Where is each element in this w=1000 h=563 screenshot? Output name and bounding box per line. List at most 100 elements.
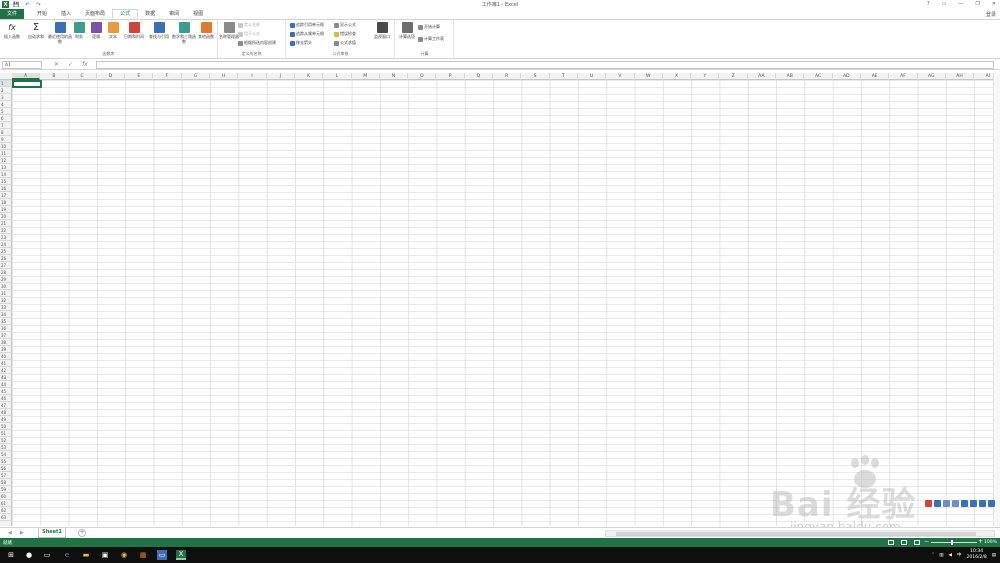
row-header[interactable]: 25 bbox=[0, 248, 12, 255]
column-header[interactable]: J bbox=[267, 73, 295, 80]
cancel-icon[interactable]: ✕ bbox=[54, 61, 59, 68]
row-header[interactable]: 4 bbox=[0, 101, 12, 108]
column-header[interactable]: N bbox=[380, 73, 409, 80]
trace-dependents-button[interactable]: 追踪从属单元格 bbox=[290, 31, 324, 37]
ime-icon[interactable]: 中 bbox=[957, 552, 962, 558]
row-header[interactable]: 53 bbox=[0, 444, 12, 451]
file-explorer-icon[interactable]: ▬ bbox=[81, 550, 91, 560]
excel-taskbar-icon[interactable]: X bbox=[176, 550, 186, 560]
row-header[interactable]: 2 bbox=[0, 87, 12, 94]
row-header[interactable]: 57 bbox=[0, 472, 12, 479]
close-icon[interactable]: ✕ bbox=[992, 1, 996, 7]
row-header[interactable]: 58 bbox=[0, 479, 12, 486]
row-header[interactable]: 9 bbox=[0, 136, 12, 143]
sheet-prev-icon[interactable]: ◀ bbox=[8, 530, 12, 536]
vertical-scrollbar[interactable] bbox=[993, 73, 1000, 526]
column-header[interactable]: I bbox=[238, 73, 267, 80]
row-header[interactable]: 16 bbox=[0, 185, 12, 192]
formula-input[interactable] bbox=[96, 61, 994, 69]
row-header[interactable]: 7 bbox=[0, 122, 12, 129]
show-formulas-button[interactable]: 显示公式 bbox=[334, 22, 356, 28]
row-header[interactable]: 32 bbox=[0, 297, 12, 304]
task-view-icon[interactable]: ▭ bbox=[42, 550, 52, 560]
text-button[interactable]: 文本 bbox=[104, 22, 122, 39]
trace-precedents-button[interactable]: 追踪引用单元格 bbox=[290, 22, 324, 28]
date-time-button[interactable]: 日期和时间 bbox=[121, 22, 147, 39]
column-header[interactable]: H bbox=[210, 73, 239, 80]
zoom-slider-thumb[interactable] bbox=[951, 540, 953, 545]
column-header[interactable]: V bbox=[606, 73, 635, 80]
row-header[interactable]: 42 bbox=[0, 367, 12, 374]
zoom-level[interactable]: 100% bbox=[984, 540, 997, 545]
column-header[interactable]: G bbox=[182, 73, 211, 80]
row-header[interactable]: 39 bbox=[0, 346, 12, 353]
page-break-view-icon[interactable] bbox=[914, 540, 920, 545]
tab-file[interactable]: 文件 bbox=[0, 9, 25, 19]
floating-tool-icon[interactable] bbox=[979, 499, 986, 507]
column-header[interactable]: U bbox=[578, 73, 607, 80]
start-icon[interactable]: ⊞ bbox=[6, 550, 16, 560]
row-header[interactable]: 43 bbox=[0, 374, 12, 381]
tab-review[interactable]: 审阅 bbox=[162, 9, 186, 19]
row-header[interactable]: 10 bbox=[0, 143, 12, 150]
row-header[interactable]: 13 bbox=[0, 164, 12, 171]
column-header[interactable]: A bbox=[12, 73, 41, 80]
horizontal-scroll-thumb[interactable] bbox=[616, 532, 976, 536]
column-header[interactable]: T bbox=[550, 73, 578, 80]
row-header[interactable]: 60 bbox=[0, 493, 12, 500]
column-header[interactable]: E bbox=[125, 73, 154, 80]
column-header[interactable]: B bbox=[40, 73, 69, 80]
row-header[interactable]: 6 bbox=[0, 115, 12, 122]
row-header[interactable]: 26 bbox=[0, 255, 12, 262]
row-header[interactable]: 22 bbox=[0, 227, 12, 234]
row-header[interactable]: 38 bbox=[0, 339, 12, 346]
row-header[interactable]: 29 bbox=[0, 276, 12, 283]
notifications-icon[interactable]: ▤ bbox=[992, 553, 996, 558]
column-header[interactable]: L bbox=[323, 73, 352, 80]
watch-window-button[interactable]: 监视窗口 bbox=[371, 22, 393, 39]
column-header[interactable]: D bbox=[97, 73, 126, 80]
row-header[interactable]: 1 bbox=[0, 80, 12, 87]
row-header[interactable]: 59 bbox=[0, 486, 12, 493]
math-trig-button[interactable]: 数学和三角函数 bbox=[172, 22, 196, 44]
worksheet-grid[interactable]: A B C D E F G H I J K L M N O P Q R S T U V W X Y Z AA AB AC AD AE AF AG… bbox=[0, 73, 998, 526]
autosum-button[interactable]: Σ 自动求和 bbox=[25, 22, 47, 39]
volume-icon[interactable]: ◀ bbox=[949, 553, 952, 558]
floating-tool-icon[interactable] bbox=[934, 499, 941, 507]
column-header[interactable]: Z bbox=[720, 73, 748, 80]
floating-tool-icon[interactable] bbox=[943, 499, 950, 507]
sign-in-link[interactable]: 登录 bbox=[986, 11, 996, 18]
column-header[interactable]: AC bbox=[804, 73, 833, 80]
financial-button[interactable]: 财务 bbox=[70, 22, 88, 39]
column-header[interactable]: M bbox=[352, 73, 380, 80]
column-header[interactable]: C bbox=[69, 73, 97, 80]
row-header[interactable]: 34 bbox=[0, 311, 12, 318]
horizontal-scrollbar[interactable] bbox=[605, 530, 995, 537]
row-header[interactable]: 30 bbox=[0, 283, 12, 290]
sheet-next-icon[interactable]: ▶ bbox=[20, 530, 24, 536]
row-header[interactable]: 56 bbox=[0, 465, 12, 472]
evaluate-formula-button[interactable]: 公式求值 bbox=[334, 40, 356, 46]
sheet-tab-sheet1[interactable]: Sheet1 bbox=[38, 528, 66, 538]
row-header[interactable]: 8 bbox=[0, 129, 12, 136]
row-header[interactable]: 61 bbox=[0, 500, 12, 507]
chrome-icon[interactable]: ◉ bbox=[119, 550, 129, 560]
page-layout-view-icon[interactable] bbox=[901, 540, 907, 545]
row-header[interactable]: 49 bbox=[0, 416, 12, 423]
row-header[interactable]: 63 bbox=[0, 514, 12, 521]
row-header[interactable]: 54 bbox=[0, 451, 12, 458]
row-header[interactable]: 40 bbox=[0, 353, 12, 360]
lookup-reference-button[interactable]: 查找与引用 bbox=[146, 22, 172, 39]
column-header[interactable]: AF bbox=[889, 73, 918, 80]
define-name-button[interactable]: 定义名称 bbox=[238, 22, 260, 28]
insert-function-button[interactable]: fx 插入函数 bbox=[1, 22, 23, 39]
row-header[interactable]: 50 bbox=[0, 423, 12, 430]
row-header[interactable]: 37 bbox=[0, 332, 12, 339]
selected-cell[interactable] bbox=[12, 80, 42, 88]
column-header[interactable]: Y bbox=[691, 73, 720, 80]
column-header[interactable]: S bbox=[521, 73, 550, 80]
cortana-icon[interactable]: ● bbox=[24, 550, 34, 560]
app-icon[interactable]: ▭ bbox=[157, 550, 167, 560]
row-header[interactable]: 47 bbox=[0, 402, 12, 409]
row-header[interactable]: 27 bbox=[0, 262, 12, 269]
